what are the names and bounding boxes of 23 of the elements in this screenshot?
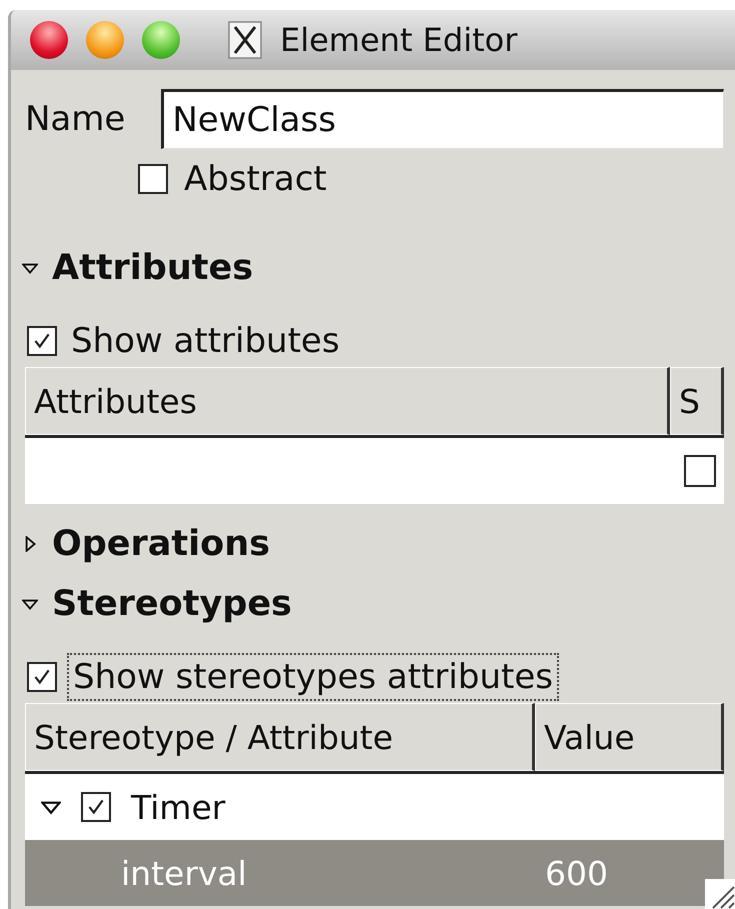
abstract-label: Abstract	[184, 159, 327, 199]
checkbox[interactable]	[684, 455, 716, 487]
name-field[interactable]: NewClass	[161, 89, 724, 149]
window-title: Element Editor	[280, 21, 518, 59]
section-title[interactable]: Stereotypes	[52, 584, 292, 624]
attribute-name: interval	[121, 854, 248, 892]
section-title[interactable]: Attributes	[52, 248, 254, 288]
close-button[interactable]	[30, 21, 68, 59]
checkbox[interactable]	[138, 164, 168, 194]
checkbox-label: Show attributes	[71, 321, 340, 361]
column-header[interactable]: S	[670, 367, 724, 435]
resize-grip-icon[interactable]	[705, 879, 735, 909]
column-header[interactable]: Attributes	[25, 367, 670, 435]
checkbox[interactable]	[81, 792, 111, 822]
x-logo-icon	[228, 21, 262, 59]
name-label: Name	[25, 99, 126, 139]
section-title[interactable]: Operations	[52, 524, 270, 564]
column-header[interactable]: Stereotype / Attribute	[25, 703, 535, 771]
checkbox[interactable]	[27, 662, 57, 692]
checkbox[interactable]	[27, 326, 57, 356]
stereotype-name: Timer	[131, 788, 226, 826]
attribute-value: 600	[545, 854, 608, 892]
column-header[interactable]: Value	[535, 703, 724, 771]
